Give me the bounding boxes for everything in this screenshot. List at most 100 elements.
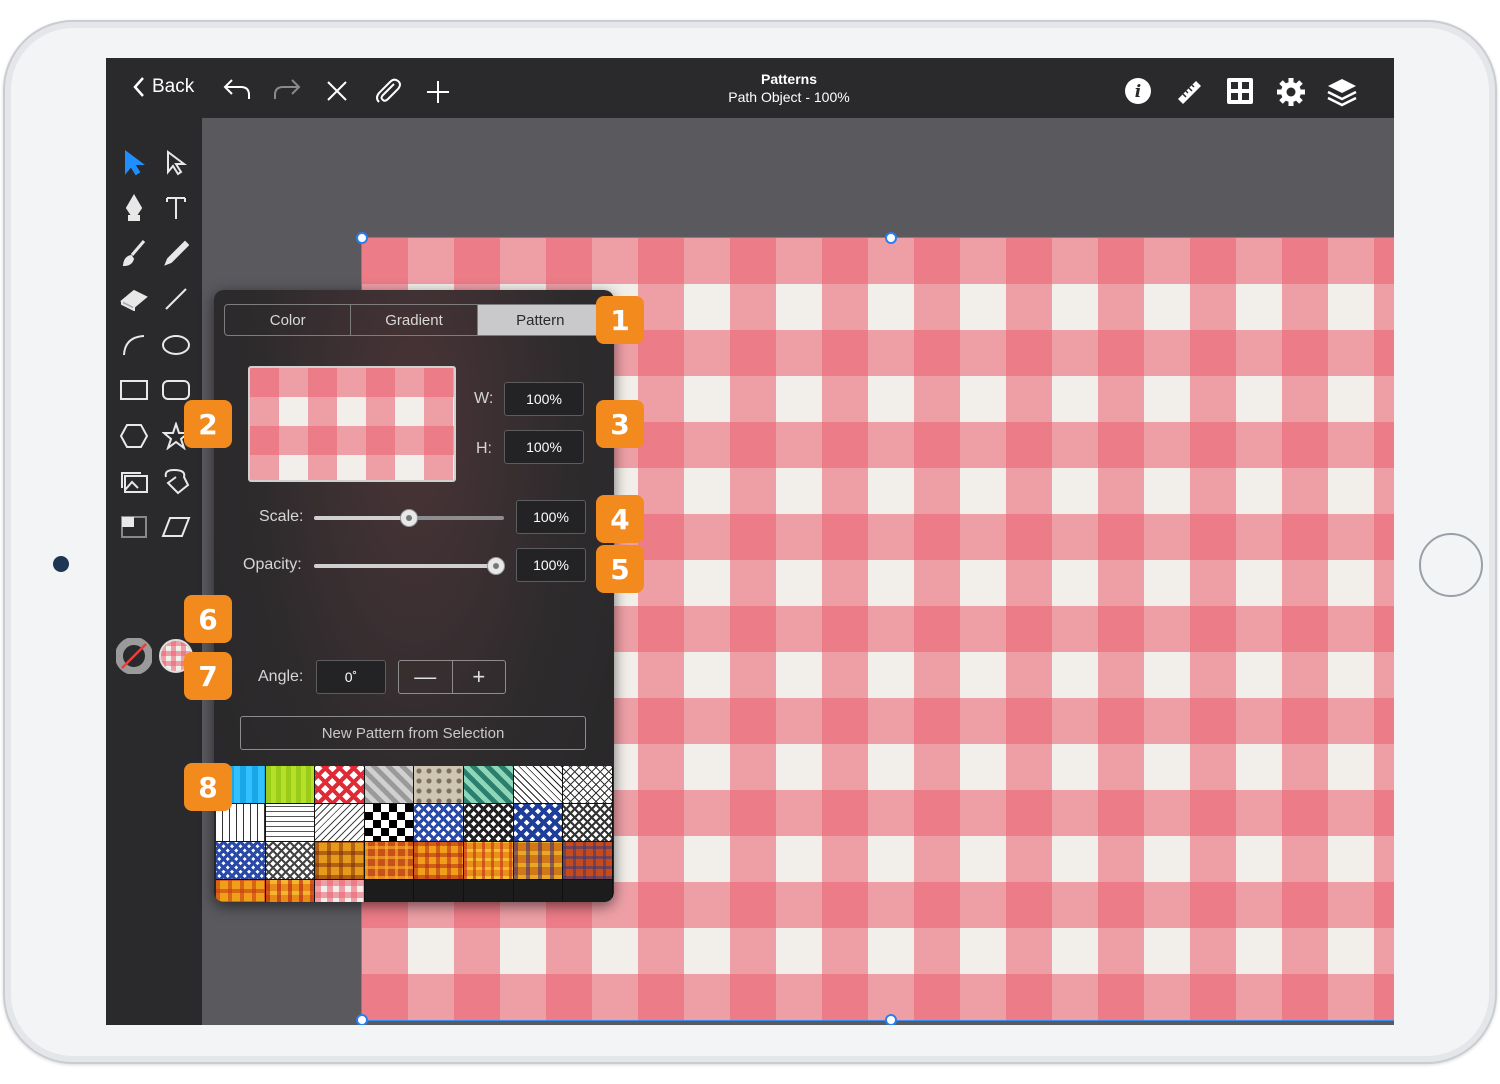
chevron-left-icon (133, 77, 144, 97)
ellipse-icon[interactable] (158, 327, 194, 363)
scale-slider-knob[interactable] (400, 509, 418, 527)
angle-decrement-button[interactable]: — (399, 661, 453, 693)
tab-gradient[interactable]: Gradient (351, 305, 478, 335)
pattern-swatch[interactable] (414, 842, 464, 880)
empty-swatch[interactable] (464, 880, 514, 902)
pattern-swatch[interactable] (265, 842, 316, 880)
back-label: Back (152, 76, 195, 97)
document-subtitle: Path Object - 100% (728, 89, 850, 105)
width-field[interactable]: 100% (504, 382, 584, 416)
pattern-swatch[interactable] (315, 766, 365, 804)
pattern-swatch[interactable] (513, 766, 564, 804)
pattern-swatch[interactable] (364, 804, 415, 842)
pattern-swatch[interactable] (414, 804, 464, 842)
lasso-icon[interactable] (158, 463, 194, 499)
pattern-swatch[interactable] (463, 804, 514, 842)
pattern-swatch[interactable] (315, 842, 365, 880)
gear-icon[interactable] (1276, 77, 1306, 112)
opacity-field[interactable]: 100% (516, 548, 586, 582)
plus-icon[interactable] (426, 80, 450, 109)
pattern-swatch[interactable] (315, 804, 365, 842)
document-title: Patterns (760, 71, 818, 87)
opacity-slider[interactable] (314, 557, 505, 575)
empty-swatch[interactable] (365, 880, 415, 902)
callout-1: 1 (596, 296, 644, 344)
document-title-block: Patterns Path Object - 100% (650, 71, 928, 106)
redo-icon[interactable] (272, 76, 302, 107)
handle-top-middle[interactable] (885, 232, 897, 244)
scale-slider-fill (314, 516, 409, 520)
pen-icon[interactable] (116, 190, 152, 226)
line-icon[interactable] (158, 281, 194, 317)
pattern-swatch[interactable] (364, 842, 415, 880)
rectangle-icon[interactable] (116, 372, 152, 408)
arc-icon[interactable] (116, 327, 152, 363)
handle-top-left[interactable] (356, 232, 368, 244)
angle-field[interactable]: 0˚ (316, 660, 386, 694)
pattern-swatch[interactable] (463, 766, 514, 804)
angle-label: Angle: (258, 668, 304, 685)
pattern-swatch[interactable] (414, 766, 464, 804)
pattern-swatch[interactable] (364, 766, 415, 804)
stroke-swatch[interactable] (116, 638, 152, 674)
pattern-swatch[interactable] (315, 880, 365, 902)
ruler-icon[interactable] (1174, 77, 1204, 112)
direct-select-icon[interactable] (158, 145, 194, 181)
callout-8: 8 (184, 763, 232, 811)
back-button[interactable]: Back (132, 76, 194, 98)
pattern-preview[interactable] (248, 366, 456, 482)
pattern-swatch[interactable] (563, 842, 613, 880)
text-icon[interactable] (158, 190, 194, 226)
pattern-swatch[interactable] (463, 842, 514, 880)
pattern-swatch[interactable] (216, 880, 266, 902)
paperclip-icon[interactable] (372, 76, 402, 111)
callout-5: 5 (596, 545, 644, 593)
grid-icon[interactable] (1226, 77, 1254, 110)
scale-label: Scale: (259, 508, 304, 525)
close-icon[interactable] (326, 80, 348, 107)
app-screen: Back Patterns Path Object - 100% i Color… (106, 58, 1394, 1025)
fill-panel: Color Gradient Pattern W: 100% H: 100% S… (214, 290, 614, 902)
opacity-slider-knob[interactable] (487, 557, 505, 575)
frame-icon[interactable] (116, 509, 152, 545)
pattern-swatch[interactable] (216, 842, 266, 880)
handle-bottom-left[interactable] (356, 1014, 368, 1025)
callout-6: 6 (184, 595, 232, 643)
fill-type-segmented-control: Color Gradient Pattern (224, 304, 604, 336)
tab-pattern[interactable]: Pattern (477, 305, 603, 335)
scale-field[interactable]: 100% (516, 500, 586, 534)
undo-icon[interactable] (222, 76, 252, 107)
eraser-icon[interactable] (116, 281, 152, 317)
select-arrow-icon[interactable] (116, 145, 152, 181)
layers-icon[interactable] (1326, 77, 1358, 112)
pattern-swatch[interactable] (563, 766, 613, 804)
top-toolbar: Back Patterns Path Object - 100% i (106, 58, 1394, 118)
pattern-swatch[interactable] (265, 880, 316, 902)
brush-icon[interactable] (116, 235, 152, 271)
empty-swatch[interactable] (414, 880, 464, 902)
hexagon-icon[interactable] (116, 418, 152, 454)
empty-swatch[interactable] (563, 880, 613, 902)
pattern-swatch[interactable] (513, 804, 564, 842)
tab-color[interactable]: Color (225, 305, 352, 335)
height-label: H: (476, 440, 492, 457)
info-icon[interactable]: i (1124, 77, 1152, 110)
svg-text:i: i (1135, 82, 1141, 102)
pattern-swatch[interactable] (513, 842, 564, 880)
pencil-icon[interactable] (158, 235, 194, 271)
angle-stepper: — + (398, 660, 506, 694)
pattern-swatch[interactable] (265, 804, 316, 842)
new-pattern-button[interactable]: New Pattern from Selection (240, 716, 586, 750)
camera (53, 556, 69, 572)
pattern-swatch[interactable] (265, 766, 316, 804)
callout-2: 2 (184, 400, 232, 448)
scale-slider[interactable] (314, 509, 504, 527)
home-button[interactable] (1419, 533, 1483, 597)
handle-bottom-middle[interactable] (885, 1014, 897, 1025)
pattern-swatch[interactable] (563, 804, 613, 842)
angle-increment-button[interactable]: + (453, 661, 506, 693)
height-field[interactable]: 100% (504, 430, 584, 464)
image-icon[interactable] (116, 463, 152, 499)
empty-swatch[interactable] (514, 880, 564, 902)
parallelogram-icon[interactable] (158, 509, 194, 545)
